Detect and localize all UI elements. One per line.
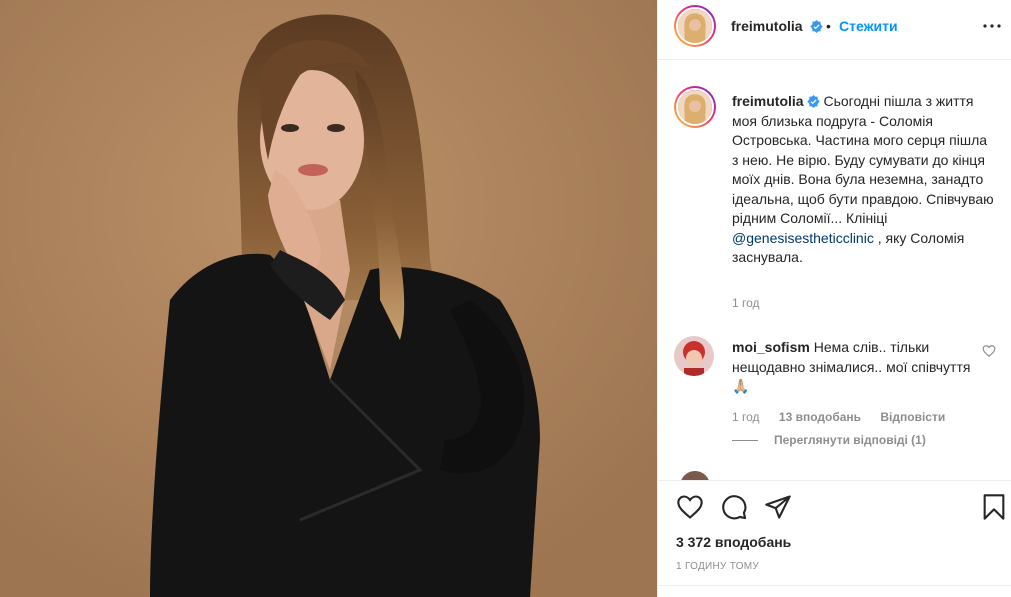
share-icon[interactable] (764, 493, 792, 521)
author-avatar-image (678, 9, 712, 43)
bookmark-icon[interactable] (980, 493, 1008, 521)
next-comment-avatar[interactable] (680, 471, 710, 480)
verified-icon (806, 95, 820, 108)
replies-line (732, 440, 758, 442)
commenter-avatar[interactable] (674, 336, 714, 376)
caption-text: Сьогодні пішла з життя моя близька подру… (732, 93, 994, 226)
comments-list[interactable]: freimutolia Сьогодні пішла з життя моя б… (658, 60, 1011, 480)
post-photo[interactable] (0, 0, 657, 597)
heart-icon[interactable] (676, 493, 704, 521)
separator-dot: • (826, 18, 831, 34)
woman-portrait (0, 0, 657, 597)
post-actions: 3 372 вподобань 1 годину тому (658, 480, 1011, 597)
view-replies-label[interactable]: Переглянути відповіді (1) (774, 433, 926, 447)
post-timestamp[interactable]: 1 годину тому (676, 561, 759, 572)
post-panel: freimutolia • Стежити freimutolia Сьогод… (657, 0, 1011, 597)
caption-avatar[interactable] (674, 86, 716, 128)
commenter-avatar-image (674, 336, 714, 376)
more-icon[interactable] (980, 16, 1004, 36)
view-replies-button[interactable]: Переглянути відповіді (1) (732, 433, 926, 447)
post-caption: freimutolia Сьогодні пішла з життя моя б… (732, 92, 994, 268)
comment-icon[interactable] (720, 493, 748, 521)
follow-button[interactable]: Стежити (839, 18, 898, 34)
divider (658, 585, 1011, 586)
caption-avatar-image (678, 90, 712, 124)
header-username[interactable]: freimutolia (731, 18, 823, 36)
reply-button[interactable]: Відповісти (880, 410, 945, 424)
verified-icon (810, 20, 823, 33)
heart-icon[interactable] (982, 344, 996, 358)
comment-meta: 1 год 13 вподобань Відповісти (732, 410, 961, 424)
author-avatar[interactable] (674, 5, 716, 47)
comment-username[interactable]: moi_sofism (732, 339, 810, 355)
likes-count[interactable]: 3 372 вподобань (676, 534, 791, 550)
post-header: freimutolia • Стежити (658, 0, 1011, 60)
caption-mention-link[interactable]: @genesisestheticclinic (732, 230, 874, 246)
comment-likes[interactable]: 13 вподобань (779, 410, 861, 424)
comment-time: 1 год (732, 410, 760, 424)
comment-body: moi_sofism Нема слів.. тільки нещодавно … (732, 338, 972, 397)
caption-username[interactable]: freimutolia (732, 93, 804, 109)
caption-time: 1 год (732, 296, 760, 310)
